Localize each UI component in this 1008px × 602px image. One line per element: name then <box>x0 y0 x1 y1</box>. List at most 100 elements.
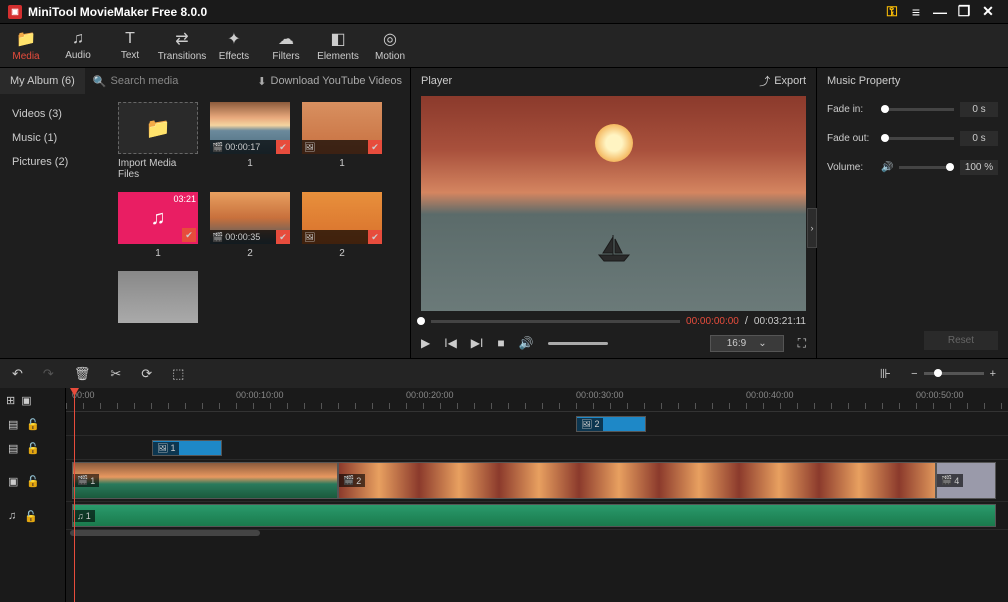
ribbon-media[interactable]: 📁Media <box>0 24 52 67</box>
audio-track-icon[interactable]: ♫ <box>8 510 16 522</box>
ribbon-filters[interactable]: ☁Filters <box>260 24 312 67</box>
volume-label: Volume: <box>827 162 875 173</box>
play-button[interactable]: ▶ <box>421 336 430 350</box>
playback-position: 00:00:00:00 <box>686 316 739 327</box>
fadein-value: 0 s <box>960 102 998 117</box>
aspect-ratio-select[interactable]: 16:9⌄ <box>710 335 784 352</box>
lock-icon[interactable]: 🔓 <box>26 442 40 455</box>
lock-icon[interactable]: 🔓 <box>24 510 38 523</box>
fadein-label: Fade in: <box>827 104 875 115</box>
text-icon: T <box>125 30 135 48</box>
filters-icon: ☁ <box>278 29 294 49</box>
overlay-clip[interactable]: 🖼1 <box>152 440 222 456</box>
video-track-icon[interactable]: ▣ <box>8 475 18 488</box>
fadeout-label: Fade out: <box>827 133 875 144</box>
zoom-control: − + <box>911 368 996 380</box>
fullscreen-button[interactable]: ⛶ <box>798 336 806 351</box>
volume-slider[interactable] <box>548 342 608 345</box>
video-icon: 🎬 <box>941 475 952 486</box>
zoom-out-button[interactable]: − <box>911 368 917 380</box>
overlay-clip[interactable]: 🖼2 <box>576 416 646 432</box>
next-button[interactable]: ▶I <box>471 336 484 350</box>
cut-button[interactable]: ✂ <box>110 366 121 382</box>
media-thumb[interactable]: 🖼✔ 1 <box>302 102 382 180</box>
playhead[interactable] <box>74 388 75 602</box>
download-youtube[interactable]: ⬇Download YouTube Videos <box>203 75 410 88</box>
video-icon: 🎬 <box>212 232 223 243</box>
upgrade-key-icon[interactable]: ⚿ <box>880 3 904 20</box>
panel-collapse-button[interactable]: › <box>807 208 817 248</box>
minimize-button[interactable]: — <box>928 4 952 20</box>
overlay-track-1[interactable]: 🖼1 <box>66 436 1008 460</box>
reset-button[interactable]: Reset <box>924 331 998 350</box>
app-logo-icon: ▣ <box>8 5 22 19</box>
volume-prop-slider[interactable] <box>899 166 954 169</box>
layers-icon[interactable]: ▣ <box>21 394 31 407</box>
track-icon[interactable]: ▤ <box>8 418 18 431</box>
media-thumb-audio[interactable]: ♫ 03:21 ✔ 1 <box>118 192 198 259</box>
speed-button[interactable]: ⟳ <box>141 366 152 382</box>
cat-pictures[interactable]: Pictures (2) <box>0 150 110 174</box>
horizontal-scrollbar[interactable] <box>66 530 1008 538</box>
media-thumb[interactable]: 🎬00:00:17✔ 1 <box>210 102 290 180</box>
ribbon-elements[interactable]: ◧Elements <box>312 24 364 67</box>
prev-button[interactable]: I◀ <box>444 336 457 350</box>
zoom-in-button[interactable]: + <box>990 368 996 380</box>
video-icon: 🎬 <box>212 142 223 153</box>
crop-button[interactable]: ⬚ <box>172 366 184 382</box>
lock-icon[interactable]: 🔓 <box>26 418 40 431</box>
video-clip[interactable]: 🎬1 <box>72 462 338 499</box>
check-icon: ✔ <box>368 230 382 244</box>
export-icon: ⤴ <box>759 73 770 89</box>
zoom-slider[interactable] <box>924 372 984 375</box>
close-button[interactable]: ✕ <box>976 3 1000 20</box>
app-title: MiniTool MovieMaker Free 8.0.0 <box>28 5 207 19</box>
track-icon[interactable]: ▤ <box>8 442 18 455</box>
title-bar: ▣ MiniTool MovieMaker Free 8.0.0 ⚿ ≡ — ❐… <box>0 0 1008 24</box>
audio-track[interactable]: ♫1 <box>66 502 1008 530</box>
ribbon-effects[interactable]: ✦Effects <box>208 24 260 67</box>
import-media-button[interactable]: 📁 Import Media Files <box>118 102 198 180</box>
cat-videos[interactable]: Videos (3) <box>0 102 110 126</box>
menu-icon[interactable]: ≡ <box>904 4 928 20</box>
ribbon-motion[interactable]: ◎Motion <box>364 24 416 67</box>
image-icon: 🖼 <box>581 419 592 430</box>
export-button[interactable]: ⤴Export <box>759 73 806 89</box>
media-panel: My Album (6) 🔍Search media ⬇Download You… <box>0 68 410 358</box>
delete-button[interactable]: 🗑 <box>74 366 91 382</box>
time-ruler[interactable]: 00:00 00:00:10:00 00:00:20:00 00:00:30:0… <box>66 388 1008 412</box>
ribbon-transitions[interactable]: ⇄Transitions <box>156 24 208 67</box>
video-icon: 🎬 <box>77 475 88 486</box>
motion-icon: ◎ <box>383 29 397 49</box>
cat-music[interactable]: Music (1) <box>0 126 110 150</box>
video-clip[interactable]: 🎬2 <box>338 462 936 499</box>
add-track-icon[interactable]: ⊞ <box>6 394 15 407</box>
video-preview[interactable] <box>421 96 806 311</box>
effects-icon: ✦ <box>227 29 240 49</box>
album-tab[interactable]: My Album (6) <box>0 68 85 94</box>
video-track[interactable]: 🎬1 🎬2 🎬4 <box>66 460 1008 502</box>
media-thumb[interactable]: 🎬00:00:35✔ 2 <box>210 192 290 259</box>
overlay-track-2[interactable]: 🖼2 <box>66 412 1008 436</box>
ribbon-audio[interactable]: ♫Audio <box>52 24 104 67</box>
search-media[interactable]: 🔍Search media <box>85 75 203 88</box>
media-thumb[interactable]: 🖼✔ 2 <box>302 192 382 259</box>
progress-bar[interactable]: 00:00:00:00 / 00:03:21:11 <box>411 313 816 329</box>
property-panel: › Music Property Fade in: 0 s Fade out: … <box>816 68 1008 358</box>
fit-button[interactable]: ⊪ <box>880 366 891 382</box>
playback-total: 00:03:21:11 <box>754 316 806 327</box>
fadein-slider[interactable] <box>881 108 954 111</box>
redo-button[interactable]: ↷ <box>43 366 54 382</box>
fadeout-slider[interactable] <box>881 137 954 140</box>
volume-icon[interactable]: 🔊 <box>519 336 534 350</box>
search-icon: 🔍 <box>93 75 107 88</box>
undo-button[interactable]: ↶ <box>12 366 23 382</box>
audio-clip[interactable]: ♫1 <box>72 504 996 527</box>
lock-icon[interactable]: 🔓 <box>26 475 40 488</box>
media-thumb[interactable] <box>118 271 198 323</box>
check-icon: ✔ <box>276 140 290 154</box>
stop-button[interactable]: ■ <box>497 336 504 350</box>
ribbon-text[interactable]: TText <box>104 24 156 67</box>
maximize-button[interactable]: ❐ <box>952 3 976 20</box>
video-clip[interactable]: 🎬4 <box>936 462 996 499</box>
